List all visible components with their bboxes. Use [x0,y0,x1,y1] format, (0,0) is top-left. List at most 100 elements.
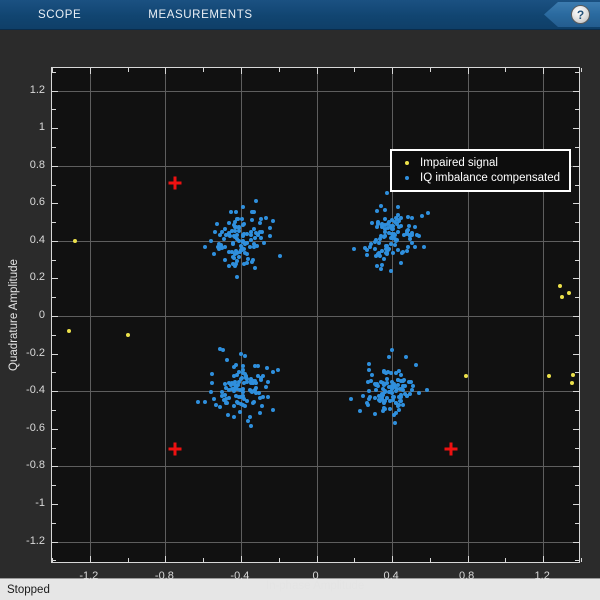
data-point-impaired [558,283,563,288]
y-tick-major [52,503,58,505]
data-point-compensated [362,245,367,250]
gridline-horizontal [52,316,579,317]
x-tick-major-top [89,68,91,74]
x-tick-major-top [467,68,469,74]
status-text: Stopped [7,583,50,596]
y-tick-label: 1.2 [29,83,45,96]
data-point-compensated [210,371,215,376]
help-icon[interactable]: ? [571,5,590,24]
data-point-compensated [409,379,414,384]
data-point-compensated [224,233,229,238]
data-point-compensated [391,226,396,231]
data-point-compensated [391,395,396,400]
data-point-compensated [265,395,270,400]
tab-scope[interactable]: SCOPE [32,0,87,29]
y-tick-label: 0 [38,309,45,321]
data-point-compensated [400,403,405,408]
data-point-compensated [392,243,397,248]
gridline-vertical [240,68,242,562]
data-point-compensated [397,224,402,229]
y-tick-minor [52,485,56,487]
data-point-compensated [261,240,266,245]
data-point-compensated [222,381,227,386]
help-button[interactable]: ? [544,0,600,29]
data-point-compensated [376,383,381,388]
data-point-compensated [417,390,422,395]
data-point-compensated [367,361,371,366]
data-point-compensated [401,377,406,382]
tab-measurements[interactable]: MEASUREMENTS [142,0,258,29]
y-tick-minor [52,447,56,449]
data-point-compensated [252,400,256,405]
data-point-impaired [569,380,574,385]
y-tick-major-right [573,466,579,468]
data-point-compensated [222,236,226,241]
data-point-compensated [383,234,387,239]
x-tick-minor-top [203,68,205,72]
legend-marker-compensated-icon [405,175,409,180]
data-point-compensated [244,399,249,403]
data-point-compensated [210,380,215,385]
y-tick-major-right [573,128,579,130]
legend-item-impaired[interactable]: Impaired signal [399,155,560,170]
data-point-impaired [546,374,551,379]
data-point-compensated [257,410,262,415]
x-tick-major-top [392,68,394,74]
data-point-compensated [264,216,268,221]
data-point-compensated [213,229,218,234]
y-tick-minor-right [575,522,579,524]
data-point-compensated [410,240,415,245]
reference-constellation-marker [444,442,458,456]
data-point-compensated [388,407,393,412]
y-tick-minor-right [575,71,579,73]
data-point-compensated [382,216,387,221]
x-tick-major [543,556,545,562]
data-point-compensated [264,365,269,370]
gridline-horizontal [52,541,579,543]
data-point-compensated [219,393,224,398]
y-tick-minor [52,71,56,73]
y-tick-minor [52,409,56,411]
y-tick-minor [52,560,56,562]
gridline-vertical [165,68,167,562]
y-tick-minor [52,184,56,186]
y-tick-minor [52,372,56,374]
x-tick-major [467,556,469,562]
y-tick-major-right [573,165,579,167]
data-point-compensated [225,412,230,417]
data-point-compensated [230,228,235,233]
x-tick-major-top [240,68,242,74]
legend[interactable]: Impaired signal IQ imbalance compensated [390,149,571,192]
data-point-compensated [258,396,263,401]
data-point-compensated [254,391,259,395]
y-tick-major-right [573,541,579,543]
data-point-compensated [258,377,263,382]
x-tick-minor-top [127,68,129,72]
data-point-compensated [241,364,246,369]
data-point-compensated [405,228,410,233]
data-point-compensated [376,241,381,246]
data-point-compensated [233,261,238,266]
data-point-compensated [387,355,392,360]
data-point-compensated [232,415,237,420]
data-point-compensated [393,421,398,425]
data-point-compensated [361,394,366,399]
data-point-compensated [278,254,282,259]
data-point-compensated [244,379,249,384]
data-point-compensated [382,405,387,410]
data-point-compensated [224,357,229,362]
data-point-compensated [375,222,380,227]
legend-item-compensated[interactable]: IQ imbalance compensated [399,170,560,185]
data-point-compensated [245,232,250,237]
legend-label-impaired: Impaired signal [420,156,498,169]
data-point-compensated [382,257,387,262]
data-point-compensated [370,221,375,226]
data-point-compensated [380,225,385,230]
data-point-compensated [392,384,397,389]
y-tick-label: 1 [38,121,45,134]
y-tick-major [52,128,58,130]
y-tick-label: -0.8 [26,459,45,472]
plot-canvas[interactable]: Impaired signal IQ imbalance compensated [51,67,582,563]
data-point-compensated [399,373,403,378]
data-point-compensated [381,400,386,405]
